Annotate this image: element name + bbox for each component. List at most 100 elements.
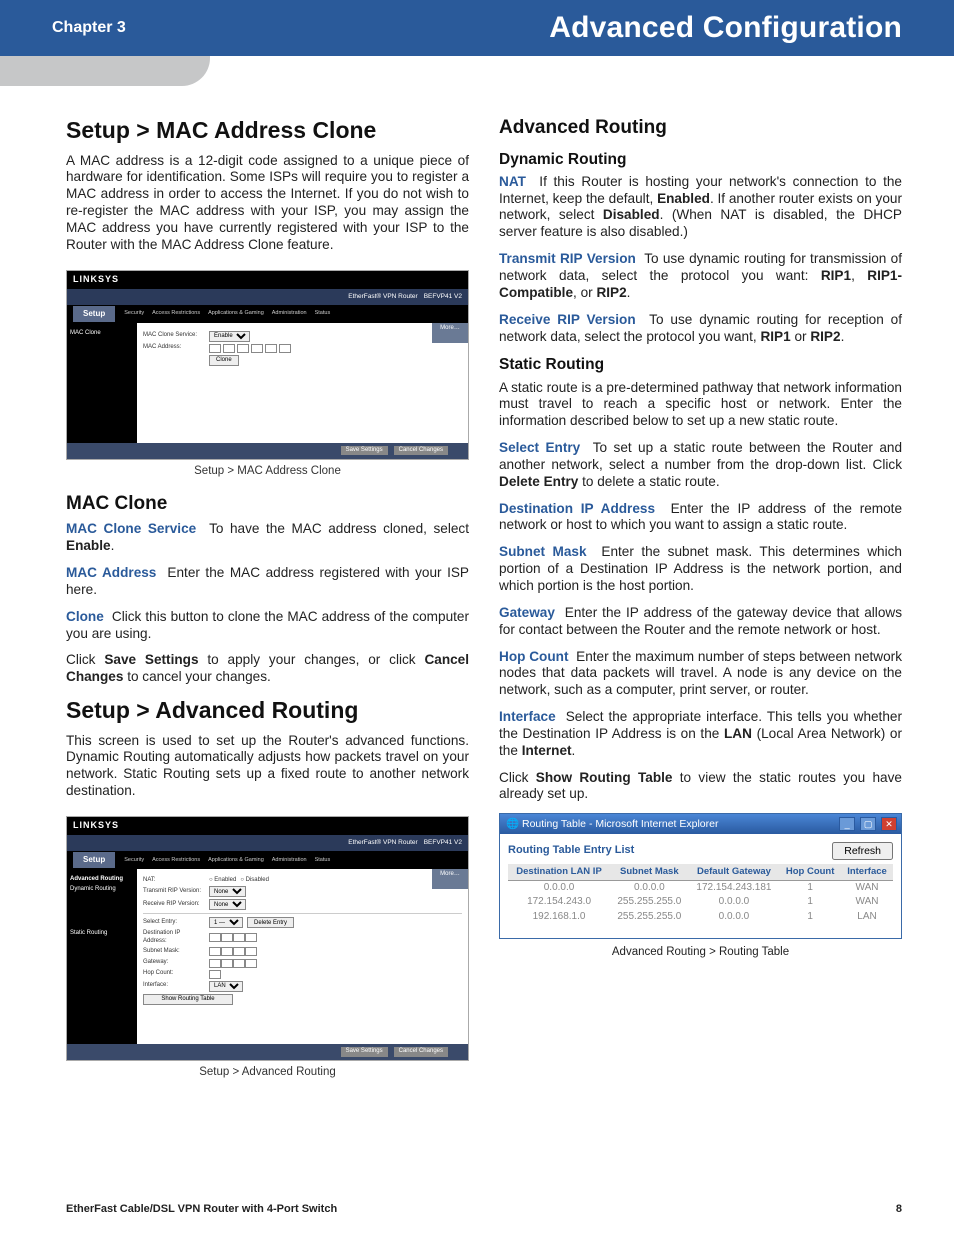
mini-ip-octet[interactable] — [221, 959, 233, 968]
mini-side-item[interactable]: MAC Clone — [70, 330, 134, 337]
mini-if-select[interactable]: LAN — [209, 981, 243, 992]
chapter-label: Chapter 3 — [52, 19, 126, 37]
minimize-icon[interactable]: _ — [839, 817, 855, 831]
mini-select-entry[interactable]: 1 — — [209, 917, 243, 928]
paragraph-receive-rip: Receive RIP Version To use dynamic routi… — [499, 312, 902, 346]
page-title: Advanced Configuration — [549, 11, 902, 45]
heading-setup-mac-clone: Setup > MAC Address Clone — [66, 116, 469, 145]
heading-advanced-routing: Advanced Routing — [499, 116, 902, 140]
mini-mac-octet[interactable] — [209, 344, 221, 353]
term-clone: Clone — [66, 609, 104, 624]
mini-ip-octet[interactable] — [209, 947, 221, 956]
mini-save-button[interactable]: Save Settings — [341, 446, 388, 455]
paragraph-mac-intro: A MAC address is a 12-digit code assigne… — [66, 153, 469, 254]
mini-nat-label: NAT: — [143, 877, 205, 884]
mini-mac-octet[interactable] — [279, 344, 291, 353]
mini-tab[interactable]: Applications & Gaming — [205, 857, 267, 864]
mini-hop-label: Hop Count: — [143, 970, 205, 977]
mini-dest-label: Destination IP Address: — [143, 930, 205, 945]
mini-mac-octet[interactable] — [251, 344, 263, 353]
mini-ip-octet[interactable] — [221, 933, 233, 942]
mini-ip-octet[interactable] — [245, 947, 257, 956]
mini-nat-enabled[interactable]: ○ Enabled — [209, 877, 236, 884]
heading-mac-clone: MAC Clone — [66, 492, 469, 516]
term-hop-count: Hop Count — [499, 649, 569, 664]
mini-more[interactable]: More… — [432, 869, 468, 889]
mini-hop-input[interactable] — [209, 970, 221, 979]
paragraph-show-routing-table: Click Show Routing Table to view the sta… — [499, 770, 902, 804]
term-mac-address: MAC Address — [66, 565, 156, 580]
mini-mac-octet[interactable] — [237, 344, 249, 353]
mini-setup-tab[interactable]: Setup — [73, 852, 115, 868]
figure-caption: Setup > MAC Address Clone — [66, 464, 469, 478]
header-notch — [0, 56, 210, 86]
mini-if-label: Interface: — [143, 982, 205, 989]
heading-setup-advanced-routing: Setup > Advanced Routing — [66, 696, 469, 725]
mini-tab[interactable]: Security — [121, 310, 147, 317]
mini-cancel-button[interactable]: Cancel Changes — [394, 1047, 448, 1056]
mini-trip-label: Transmit RIP Version: — [143, 888, 205, 895]
mini-tab[interactable]: Status — [312, 310, 334, 317]
mini-tab[interactable]: Access Restrictions — [149, 857, 203, 864]
mini-sku: BEFVP41 V2 — [424, 839, 462, 847]
mini-model: EtherFast® VPN Router — [348, 839, 417, 847]
mini-clone-button[interactable]: Clone — [209, 355, 239, 366]
mini-delete-entry-button[interactable]: Delete Entry — [247, 917, 294, 928]
col-interface: Interface — [841, 864, 893, 880]
mini-tab[interactable]: Applications & Gaming — [205, 310, 267, 317]
mini-save-button[interactable]: Save Settings — [341, 1047, 388, 1056]
paragraph-mac-address: MAC Address Enter the MAC address regist… — [66, 565, 469, 599]
mini-select-entry-label: Select Entry: — [143, 919, 205, 926]
maximize-icon[interactable]: ▢ — [860, 817, 876, 831]
paragraph-static-intro: A static route is a pre-determined pathw… — [499, 380, 902, 431]
mini-ip-octet[interactable] — [221, 947, 233, 956]
close-icon[interactable]: ✕ — [881, 817, 897, 831]
paragraph-gateway: Gateway Enter the IP address of the gate… — [499, 605, 902, 639]
mini-ip-octet[interactable] — [245, 933, 257, 942]
mini-mac-octet[interactable] — [265, 344, 277, 353]
mini-more[interactable]: More… — [432, 323, 468, 343]
paragraph-hop-count: Hop Count Enter the maximum number of st… — [499, 649, 902, 700]
mini-show-routing-table-button[interactable]: Show Routing Table — [143, 994, 233, 1005]
mini-tab[interactable]: Administration — [269, 857, 310, 864]
term-nat: NAT — [499, 174, 526, 189]
mini-side-item[interactable]: Static Routing — [70, 930, 134, 937]
mini-brand: LINKSYS — [67, 271, 468, 289]
refresh-button[interactable]: Refresh — [832, 842, 893, 860]
mini-side-title: Advanced Routing — [70, 876, 134, 883]
mini-setup-tab[interactable]: Setup — [73, 306, 115, 322]
mini-rrip-select[interactable]: None — [209, 899, 246, 910]
paragraph-adv-intro: This screen is used to set up the Router… — [66, 733, 469, 800]
heading-dynamic-routing: Dynamic Routing — [499, 150, 902, 169]
mini-tab[interactable]: Security — [121, 857, 147, 864]
mini-ip-octet[interactable] — [209, 933, 221, 942]
paragraph-transmit-rip: Transmit RIP Version To use dynamic rout… — [499, 251, 902, 302]
mini-trip-select[interactable]: None — [209, 886, 246, 897]
mini-nat-disabled[interactable]: ○ Disabled — [240, 877, 269, 884]
routing-table: Destination LAN IP Subnet Mask Default G… — [508, 864, 893, 924]
mini-side-item[interactable]: Dynamic Routing — [70, 886, 134, 893]
mini-cancel-button[interactable]: Cancel Changes — [394, 446, 448, 455]
col-subnet-mask: Subnet Mask — [610, 864, 689, 880]
mini-mac-service-label: MAC Clone Service: — [143, 332, 205, 339]
mini-ip-octet[interactable] — [233, 933, 245, 942]
paragraph-select-entry: Select Entry To set up a static route be… — [499, 440, 902, 491]
mini-tab[interactable]: Administration — [269, 310, 310, 317]
paragraph-save-cancel: Click Save Settings to apply your change… — [66, 652, 469, 686]
paragraph-subnet-mask: Subnet Mask Enter the subnet mask. This … — [499, 544, 902, 595]
mini-mac-service-select[interactable]: Enable — [209, 331, 250, 342]
mini-mac-address-label: MAC Address: — [143, 344, 205, 351]
mini-brand: LINKSYS — [67, 817, 468, 835]
term-interface: Interface — [499, 709, 556, 724]
mini-tab[interactable]: Status — [312, 857, 334, 864]
term-select-entry: Select Entry — [499, 440, 580, 455]
heading-static-routing: Static Routing — [499, 355, 902, 374]
paragraph-mac-clone-service: MAC Clone Service To have the MAC addres… — [66, 521, 469, 555]
mini-ip-octet[interactable] — [233, 947, 245, 956]
mini-ip-octet[interactable] — [209, 959, 221, 968]
mini-ip-octet[interactable] — [233, 959, 245, 968]
mini-rrip-label: Receive RIP Version: — [143, 901, 205, 908]
mini-ip-octet[interactable] — [245, 959, 257, 968]
mini-mac-octet[interactable] — [223, 344, 235, 353]
mini-tab[interactable]: Access Restrictions — [149, 310, 203, 317]
